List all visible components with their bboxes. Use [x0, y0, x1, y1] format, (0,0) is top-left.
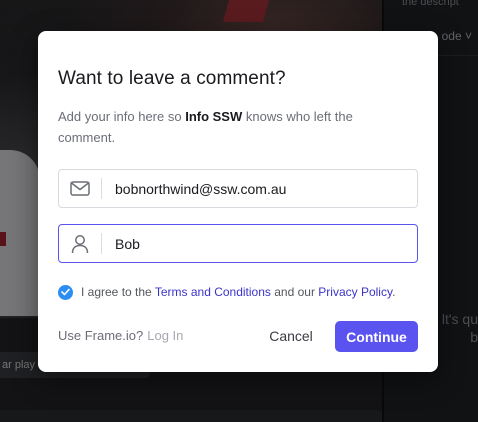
- modal-description: Add your info here so Info SSW knows who…: [58, 106, 408, 148]
- email-field[interactable]: [58, 169, 418, 208]
- login-prompt: Use Frame.io? Log In: [58, 328, 183, 343]
- modal-description-owner: Info SSW: [185, 109, 243, 124]
- field-separator: [101, 178, 102, 199]
- field-separator: [101, 233, 102, 254]
- terms-link[interactable]: Terms and Conditions: [155, 285, 271, 299]
- cancel-button[interactable]: Cancel: [260, 321, 322, 351]
- modal-title: Want to leave a comment?: [58, 68, 286, 89]
- modal-description-prefix: Add your info here so: [58, 109, 186, 124]
- continue-button[interactable]: Continue: [335, 321, 418, 352]
- privacy-policy-link[interactable]: Privacy Policy: [318, 285, 392, 299]
- terms-agreement-text: I agree to the Terms and Conditions and …: [81, 285, 395, 299]
- terms-prefix: I agree to the: [81, 285, 155, 299]
- user-icon: [59, 225, 101, 262]
- mail-icon: [59, 170, 101, 207]
- email-input[interactable]: [115, 170, 410, 207]
- name-field[interactable]: [58, 224, 418, 263]
- comment-identity-modal: Want to leave a comment? Add your info h…: [38, 31, 438, 372]
- terms-checkbox[interactable]: [58, 284, 73, 300]
- terms-suffix: .: [392, 285, 396, 299]
- checkmark-icon: [61, 288, 70, 296]
- name-input[interactable]: [115, 225, 410, 262]
- terms-agreement-row: I agree to the Terms and Conditions and …: [58, 284, 395, 300]
- login-link[interactable]: Log In: [147, 328, 183, 343]
- terms-middle: and our: [270, 285, 319, 299]
- login-prompt-text: Use Frame.io?: [58, 328, 144, 343]
